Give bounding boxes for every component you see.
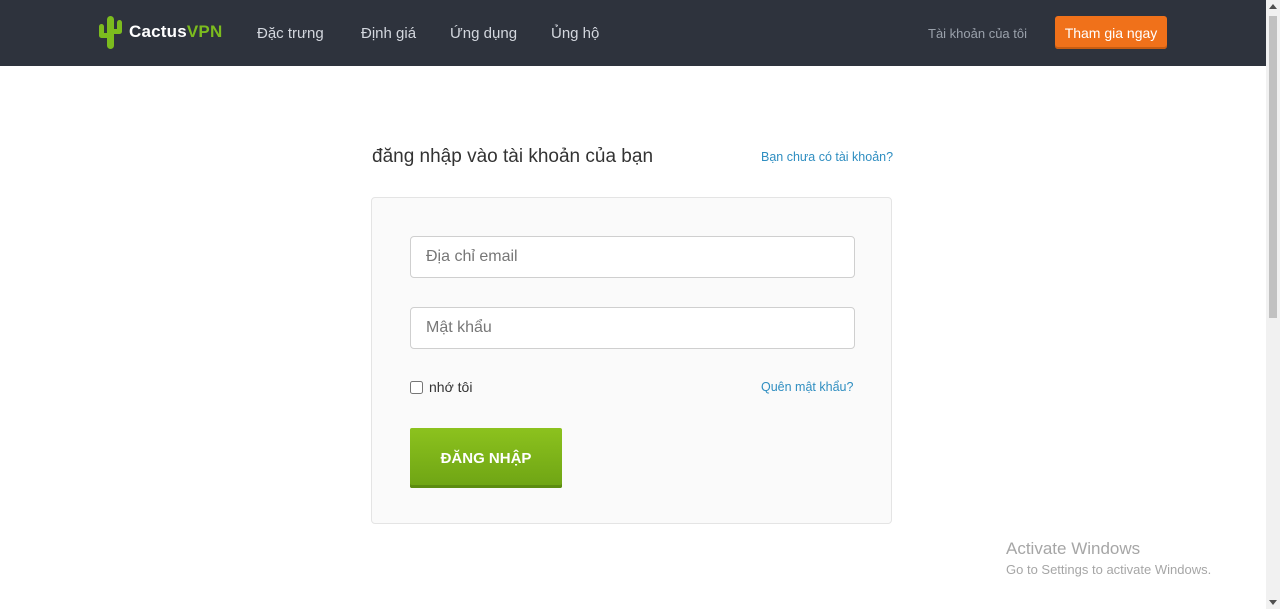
windows-watermark-title: Activate Windows	[1006, 539, 1141, 558]
scroll-up-icon[interactable]	[1269, 4, 1277, 9]
email-field[interactable]	[410, 236, 855, 278]
cactus-icon	[99, 16, 122, 49]
nav-item-apps[interactable]: Ứng dụng	[450, 0, 517, 66]
scroll-down-icon[interactable]	[1269, 600, 1277, 605]
logo[interactable]: CactusVPN	[98, 12, 222, 52]
forgot-password-link[interactable]: Quên mật khẩu?	[761, 380, 853, 394]
scroll-thumb[interactable]	[1269, 16, 1277, 318]
password-field[interactable]	[410, 307, 855, 349]
remember-me-checkbox[interactable]	[410, 380, 423, 394]
top-navbar: CactusVPN Đặc trưng Định giá Ứng dụng Ủn…	[0, 0, 1266, 66]
remember-me[interactable]: nhớ tôi	[410, 379, 472, 395]
windows-watermark-subtitle: Go to Settings to activate Windows.	[1006, 562, 1212, 577]
scrollbar[interactable]	[1266, 0, 1280, 609]
logo-text: CactusVPN	[129, 22, 223, 41]
page-title: đăng nhập vào tài khoản của bạn	[372, 146, 654, 167]
login-button[interactable]: ĐĂNG NHẬP	[410, 428, 562, 488]
no-account-link[interactable]: Bạn chưa có tài khoản?	[761, 150, 893, 164]
nav-item-pricing[interactable]: Định giá	[361, 0, 416, 66]
nav-item-support[interactable]: Ủng hộ	[551, 0, 599, 66]
my-account-link[interactable]: Tài khoản của tôi	[928, 0, 1027, 66]
nav-item-features[interactable]: Đặc trưng	[257, 0, 324, 66]
remember-me-label: nhớ tôi	[429, 379, 473, 395]
join-now-button[interactable]: Tham gia ngay	[1055, 16, 1167, 49]
